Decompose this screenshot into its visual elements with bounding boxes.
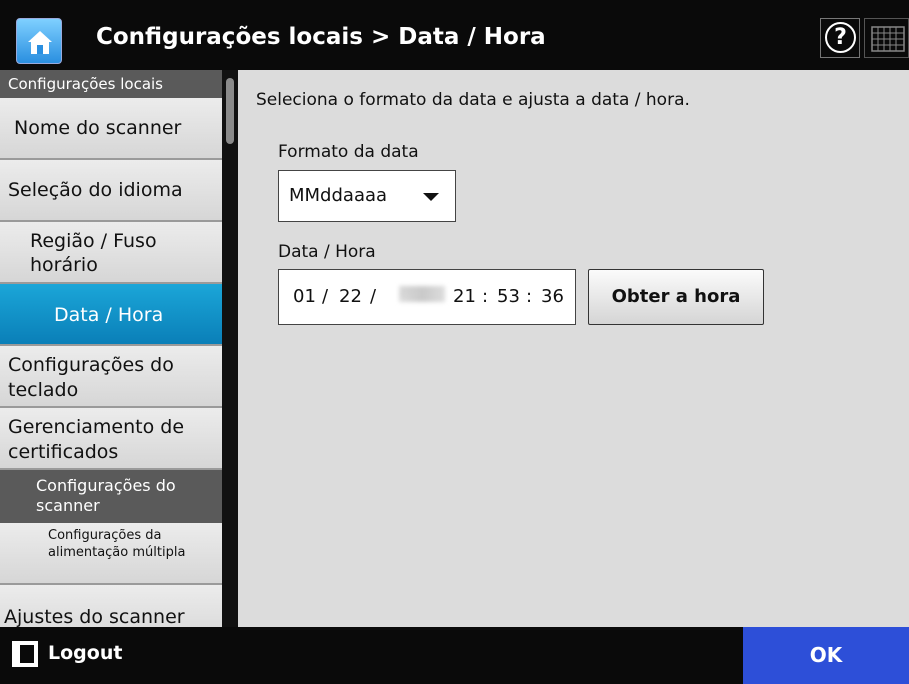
second-field[interactable]: 36 — [541, 286, 564, 307]
help-button[interactable]: ? — [820, 18, 860, 58]
main-panel: Seleciona o formato da data e ajusta a d… — [238, 70, 909, 627]
day-field[interactable]: 22 — [339, 286, 362, 307]
home-button[interactable] — [16, 18, 62, 64]
sidebar-item-language[interactable]: Seleção do idioma — [0, 160, 222, 222]
sidebar-item-multifeed[interactable]: Configurações da alimentação múltipla — [0, 523, 222, 585]
sidebar-category-scanner: Configurações do scanner — [0, 470, 222, 523]
date-separator: / — [370, 286, 377, 307]
year-field[interactable]: 2015 — [399, 284, 445, 302]
date-format-value: MMddaaaa — [289, 185, 388, 206]
minute-field[interactable]: 53 — [497, 286, 520, 307]
get-time-button[interactable]: Obter a hora — [588, 269, 764, 325]
footer-bar: Logout OK — [0, 627, 909, 684]
page-title: Configurações locais > Data / Hora — [96, 24, 546, 50]
time-separator: : — [526, 286, 533, 307]
sidebar: Configurações locais Nome do scanner Sel… — [0, 70, 222, 627]
sidebar-item-region-timezone[interactable]: Região / Fuso horário — [0, 222, 222, 284]
logout-icon — [12, 641, 38, 667]
sidebar-scrollbar[interactable] — [222, 70, 238, 627]
home-icon — [28, 31, 52, 54]
date-format-select[interactable]: MMddaaaa — [278, 170, 456, 222]
keyboard-button[interactable] — [864, 18, 909, 58]
keyboard-icon — [871, 26, 905, 52]
sidebar-item-keyboard[interactable]: Configurações do teclado — [0, 346, 222, 408]
month-field[interactable]: 01 — [293, 286, 316, 307]
sidebar-item-date-time[interactable]: Data / Hora — [0, 284, 222, 346]
scrollbar-thumb[interactable] — [226, 78, 234, 144]
datetime-label: Data / Hora — [278, 242, 376, 262]
page-description: Seleciona o formato da data e ajusta a d… — [256, 90, 690, 110]
datetime-field[interactable]: 01 / 22 / 2015 21 : 53 : 36 — [278, 269, 576, 325]
sidebar-item-scanner-name[interactable]: Nome do scanner — [0, 98, 222, 160]
sidebar-item-certificates[interactable]: Gerenciamento de certificados — [0, 408, 222, 470]
ok-button[interactable]: OK — [743, 627, 909, 684]
date-format-label: Formato da data — [278, 142, 419, 162]
date-separator: / — [322, 286, 329, 307]
help-icon: ? — [825, 22, 856, 53]
time-separator: : — [482, 286, 489, 307]
hour-field[interactable]: 21 — [453, 286, 476, 307]
header-bar: Configurações locais > Data / Hora ? — [0, 0, 909, 80]
sidebar-category-local: Configurações locais — [0, 70, 222, 98]
sidebar-item-scanner-adjust[interactable]: Ajustes do scanner — [0, 585, 222, 627]
chevron-down-icon — [423, 193, 439, 201]
